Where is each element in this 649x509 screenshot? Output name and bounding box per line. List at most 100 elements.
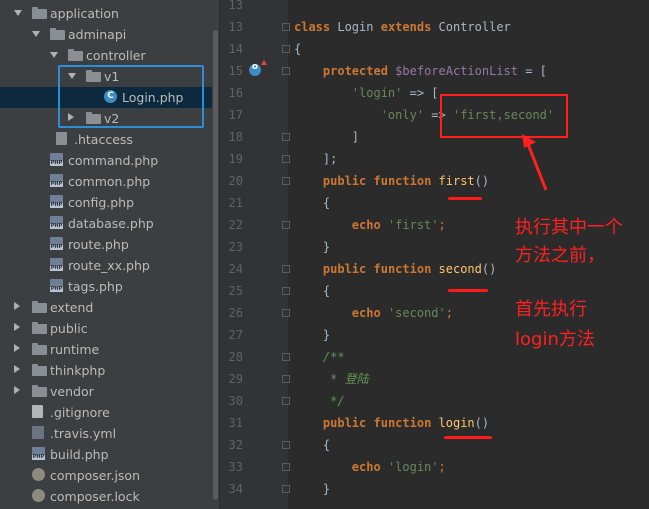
tree-item[interactable]: controller bbox=[0, 45, 212, 66]
fold-marker-icon[interactable] bbox=[282, 485, 290, 493]
code-line-13[interactable]: class Login extends Controller bbox=[294, 16, 511, 38]
line-number: 19 bbox=[228, 152, 243, 166]
code-line-33[interactable]: echo 'login'; bbox=[294, 456, 446, 478]
code-line-32[interactable]: { bbox=[294, 434, 330, 456]
tree-item-label: command.php bbox=[68, 153, 159, 168]
tree-item[interactable]: composer.json bbox=[0, 465, 212, 486]
chevron-right-icon[interactable] bbox=[14, 302, 20, 310]
chevron-right-icon[interactable] bbox=[14, 386, 20, 394]
tree-item[interactable]: .gitignore bbox=[0, 402, 212, 423]
tree-item[interactable]: common.php bbox=[0, 171, 212, 192]
composer-file-icon bbox=[32, 468, 45, 481]
folder-icon bbox=[32, 343, 47, 355]
tree-item[interactable]: public bbox=[0, 318, 212, 339]
chevron-right-icon[interactable] bbox=[14, 365, 20, 373]
chevron-down-icon[interactable] bbox=[14, 10, 22, 16]
code-line-19[interactable]: ]; bbox=[294, 148, 337, 170]
brace: { bbox=[322, 284, 331, 298]
fold-marker-icon[interactable] bbox=[282, 23, 290, 31]
code-line-22[interactable]: echo 'first'; bbox=[294, 214, 446, 236]
tree-item[interactable]: composer.lock bbox=[0, 486, 212, 507]
kw-function: function bbox=[373, 416, 432, 430]
tree-item-label: thinkphp bbox=[50, 363, 106, 378]
fold-marker-icon[interactable] bbox=[282, 155, 290, 163]
fold-marker-icon[interactable] bbox=[282, 45, 290, 53]
override-method-icon[interactable] bbox=[249, 62, 261, 76]
fold-marker-icon[interactable] bbox=[282, 265, 290, 273]
tree-item-label: common.php bbox=[68, 174, 151, 189]
code-line-25[interactable]: { bbox=[294, 280, 330, 302]
fold-marker-icon[interactable] bbox=[282, 67, 290, 75]
tree-item-label: runtime bbox=[50, 342, 100, 357]
tree-item[interactable]: .travis.yml bbox=[0, 423, 212, 444]
tree-item-label: route_xx.php bbox=[68, 258, 150, 273]
tree-item[interactable]: route.php bbox=[0, 234, 212, 255]
folder-icon bbox=[32, 322, 47, 334]
code-line-16[interactable]: 'login' => [ bbox=[294, 82, 439, 104]
tree-item[interactable]: command.php bbox=[0, 150, 212, 171]
code-line-27[interactable]: } bbox=[294, 324, 330, 346]
chevron-down-icon[interactable] bbox=[32, 31, 40, 37]
fold-marker-icon[interactable] bbox=[282, 397, 290, 405]
chevron-right-icon[interactable] bbox=[14, 344, 20, 352]
code-line-29[interactable]: * 登陆 bbox=[294, 368, 368, 390]
code-line-14[interactable]: { bbox=[294, 38, 301, 60]
tree-item[interactable]: database.php bbox=[0, 213, 212, 234]
tree-item[interactable]: vendor bbox=[0, 381, 212, 402]
code-line-21[interactable]: { bbox=[294, 192, 330, 214]
tree-item[interactable]: .htaccess bbox=[0, 129, 212, 150]
code-line-28[interactable]: /** bbox=[294, 346, 345, 368]
tree-scrollbar-thumb[interactable] bbox=[213, 30, 218, 500]
fold-marker-icon[interactable] bbox=[282, 463, 290, 471]
tree-item[interactable]: runtime bbox=[0, 339, 212, 360]
brace: } bbox=[322, 328, 331, 342]
code-line-31[interactable]: public function login() bbox=[294, 412, 489, 434]
code-line-15[interactable]: protected $beforeActionList = [ bbox=[294, 60, 547, 82]
fold-marker-icon[interactable] bbox=[282, 353, 290, 361]
chevron-right-icon[interactable] bbox=[14, 323, 20, 331]
code-line-26[interactable]: echo 'second'; bbox=[294, 302, 453, 324]
tree-item[interactable]: application bbox=[0, 3, 212, 24]
code-line-24[interactable]: public function second() bbox=[294, 258, 496, 280]
fold-marker-icon[interactable] bbox=[282, 133, 290, 141]
php-file-icon bbox=[50, 153, 63, 166]
line-number: 13 bbox=[228, 0, 243, 12]
code-line-20[interactable]: public function first() bbox=[294, 170, 489, 192]
bracket: ] bbox=[351, 130, 360, 144]
tree-item[interactable]: route_xx.php bbox=[0, 255, 212, 276]
kw-echo: echo bbox=[351, 218, 381, 232]
line-number: 25 bbox=[228, 284, 243, 298]
fold-marker-icon[interactable] bbox=[282, 375, 290, 383]
code-line-18[interactable]: ] bbox=[294, 126, 359, 148]
code-line-34[interactable]: } bbox=[294, 478, 330, 500]
line-number: 20 bbox=[228, 174, 243, 188]
tree-item-label: tags.php bbox=[68, 279, 123, 294]
tree-scrollbar[interactable] bbox=[212, 0, 220, 509]
fold-marker-icon[interactable] bbox=[282, 309, 290, 317]
tree-item[interactable]: extend bbox=[0, 297, 212, 318]
brace: { bbox=[322, 196, 331, 210]
tree-item[interactable]: config.php bbox=[0, 192, 212, 213]
fn-name-first: first bbox=[438, 174, 475, 188]
fold-marker-icon[interactable] bbox=[282, 177, 290, 185]
fold-marker-icon[interactable] bbox=[282, 287, 290, 295]
line-number: 18 bbox=[228, 130, 243, 144]
code-line-23[interactable]: } bbox=[294, 236, 330, 258]
tree-item-label: extend bbox=[50, 300, 94, 315]
semicolon: ; bbox=[438, 218, 446, 232]
fold-marker-icon[interactable] bbox=[282, 441, 290, 449]
line-number: 33 bbox=[228, 460, 243, 474]
tree-item[interactable]: tags.php bbox=[0, 276, 212, 297]
line-number: 29 bbox=[228, 372, 243, 386]
tree-item[interactable]: build.php bbox=[0, 444, 212, 465]
assign: = [ bbox=[518, 64, 547, 78]
chevron-down-icon[interactable] bbox=[50, 52, 58, 58]
code-line-30[interactable]: */ bbox=[294, 390, 345, 412]
tree-item-label: .travis.yml bbox=[50, 426, 117, 441]
doc-comment-close: */ bbox=[322, 394, 345, 408]
yaml-file-icon bbox=[32, 426, 44, 439]
fold-marker-icon[interactable] bbox=[282, 221, 290, 229]
string-login-key: 'login' bbox=[351, 86, 403, 100]
tree-item[interactable]: adminapi bbox=[0, 24, 212, 45]
tree-item[interactable]: thinkphp bbox=[0, 360, 212, 381]
